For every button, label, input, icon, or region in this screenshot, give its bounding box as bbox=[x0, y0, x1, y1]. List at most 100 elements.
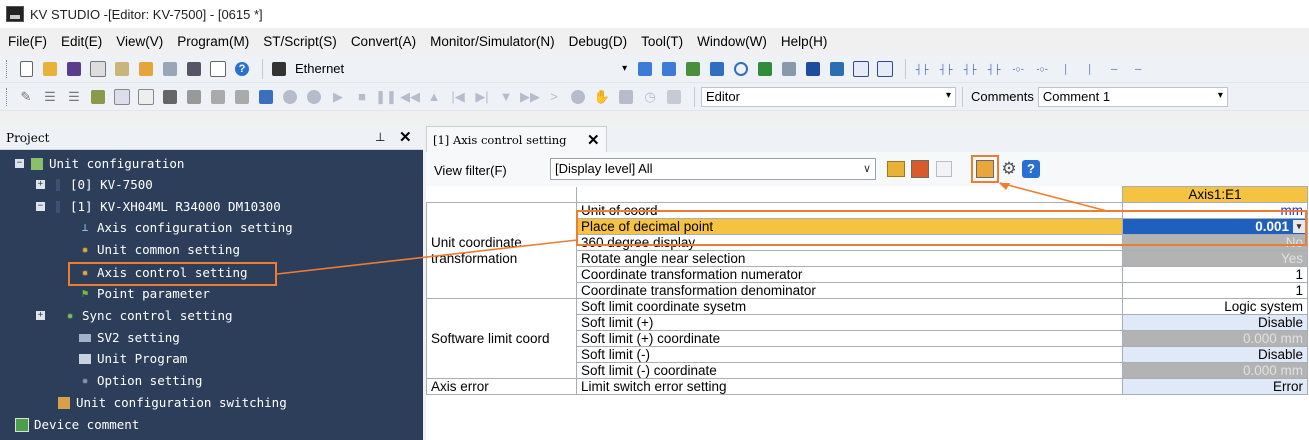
pencil-icon[interactable]: ✎ bbox=[16, 87, 36, 107]
comment-select[interactable]: Comment 1 ▾ bbox=[1037, 86, 1228, 107]
tree-item-sync-control-setting[interactable]: + ✹ Sync control setting bbox=[36, 305, 233, 326]
param-value[interactable]: 1 bbox=[1122, 266, 1308, 283]
expand-icon[interactable]: + bbox=[36, 180, 45, 189]
step2-icon[interactable] bbox=[232, 87, 252, 107]
transfer-plc-icon[interactable] bbox=[707, 59, 727, 79]
print-preview-icon[interactable] bbox=[208, 59, 228, 79]
chart-icon[interactable] bbox=[88, 87, 108, 107]
tree-item-unit-configuration[interactable]: − Unit configuration bbox=[15, 153, 184, 174]
open-folder-icon[interactable] bbox=[40, 59, 60, 79]
close-icon[interactable]: ✕ bbox=[399, 128, 412, 146]
tree-item-unit-common-setting[interactable]: ✹ Unit common setting bbox=[78, 239, 240, 260]
tree-item-sv2-setting[interactable]: SV2 setting bbox=[78, 327, 180, 348]
sf5-contact-icon[interactable]: ┤├ bbox=[936, 59, 956, 79]
grid-icon[interactable] bbox=[112, 87, 132, 107]
param-value[interactable]: Disable bbox=[1122, 314, 1308, 331]
dm-icon[interactable] bbox=[851, 59, 871, 79]
tree-item-unit-configuration-switching[interactable]: Unit configuration switching bbox=[57, 392, 287, 413]
menu-edit[interactable]: Edit(E) bbox=[61, 34, 102, 49]
down-icon[interactable]: ▼ bbox=[496, 87, 516, 107]
graph-icon[interactable] bbox=[934, 159, 954, 179]
chevron-down-icon[interactable]: ▾ bbox=[622, 63, 627, 74]
ethernet-icon[interactable] bbox=[269, 59, 289, 79]
list-numbered-icon[interactable]: ☰ bbox=[64, 87, 84, 107]
tree-item-kv7500[interactable]: + [0] KV-7500 bbox=[36, 174, 153, 195]
menu-window[interactable]: Window(W) bbox=[697, 34, 767, 49]
new-file-icon[interactable] bbox=[16, 59, 36, 79]
data-icon[interactable] bbox=[910, 159, 930, 179]
hand-icon[interactable]: ✋ bbox=[592, 87, 612, 107]
param-value[interactable]: Disable bbox=[1122, 346, 1308, 363]
table-icon[interactable] bbox=[136, 87, 156, 107]
sf9-hline-icon[interactable]: ─ bbox=[1128, 59, 1148, 79]
step-icon[interactable] bbox=[208, 87, 228, 107]
dev-icon[interactable] bbox=[875, 59, 895, 79]
mode-select[interactable]: Editor ▾ bbox=[701, 86, 956, 107]
menu-debug[interactable]: Debug(D) bbox=[569, 34, 628, 49]
expand-icon[interactable]: + bbox=[36, 311, 45, 320]
status-icon[interactable] bbox=[568, 87, 588, 107]
tree-item-point-parameter[interactable]: ⚑ Point parameter bbox=[78, 283, 210, 304]
f5-contact-icon[interactable]: ┤├ bbox=[912, 59, 932, 79]
close-icon[interactable]: ✕ bbox=[587, 131, 600, 149]
save-icon[interactable] bbox=[64, 59, 84, 79]
folder-settings-icon[interactable] bbox=[886, 159, 906, 179]
tree-item-option-setting[interactable]: ✹ Option setting bbox=[78, 370, 203, 391]
verify-icon[interactable] bbox=[683, 59, 703, 79]
sf7-coil-icon[interactable]: -○- bbox=[1032, 59, 1052, 79]
f8-line-icon[interactable]: │ bbox=[1056, 59, 1076, 79]
tree-item-axis-configuration[interactable]: ⊥ Axis configuration setting bbox=[78, 217, 293, 238]
forward-icon[interactable]: ▶▶ bbox=[520, 87, 540, 107]
clock-icon[interactable]: ◷ bbox=[640, 87, 660, 107]
menu-st-script[interactable]: ST/Script(S) bbox=[263, 34, 337, 49]
connection-label[interactable]: Ethernet bbox=[295, 61, 344, 76]
param-value[interactable]: Error bbox=[1122, 378, 1308, 395]
play-icon[interactable]: ▶ bbox=[328, 87, 348, 107]
search-icon[interactable] bbox=[731, 59, 751, 79]
device-list-icon[interactable] bbox=[803, 59, 823, 79]
menu-program[interactable]: Program(M) bbox=[177, 34, 249, 49]
check-icon[interactable] bbox=[755, 59, 775, 79]
collapse-icon[interactable]: − bbox=[36, 202, 45, 211]
menu-convert[interactable]: Convert(A) bbox=[351, 34, 416, 49]
monitor-icon[interactable] bbox=[256, 87, 276, 107]
tree-item-device-comment[interactable]: Device comment bbox=[15, 414, 139, 435]
menu-view[interactable]: View(V) bbox=[116, 34, 163, 49]
tab-axis-control-setting[interactable]: [1] Axis control setting ✕ bbox=[426, 126, 607, 152]
menu-file[interactable]: File(F) bbox=[8, 34, 47, 49]
help-icon[interactable]: ? bbox=[232, 59, 252, 79]
menu-tool[interactable]: Tool(T) bbox=[641, 34, 683, 49]
screen-icon[interactable] bbox=[664, 87, 684, 107]
sf8-line-icon[interactable]: │ bbox=[1080, 59, 1100, 79]
compare-icon[interactable] bbox=[779, 59, 799, 79]
toolbar-grip[interactable] bbox=[6, 59, 10, 78]
tree-item-unit-program[interactable]: Unit Program bbox=[78, 348, 187, 369]
up-icon[interactable]: ▲ bbox=[424, 87, 444, 107]
param-value[interactable]: Logic system bbox=[1122, 298, 1308, 315]
help-icon[interactable]: ? bbox=[1021, 159, 1041, 179]
copy-project-icon[interactable] bbox=[112, 59, 132, 79]
rewind-icon[interactable]: ◀◀ bbox=[400, 87, 420, 107]
collapse-icon[interactable]: − bbox=[15, 159, 24, 168]
f9-hline-icon[interactable]: ─ bbox=[1104, 59, 1124, 79]
greater-icon[interactable]: > bbox=[544, 87, 564, 107]
menu-help[interactable]: Help(H) bbox=[781, 34, 828, 49]
f7-coil-icon[interactable]: -○- bbox=[1008, 59, 1028, 79]
f6-contact-icon[interactable]: ┤├ bbox=[960, 59, 980, 79]
read-plc-icon[interactable] bbox=[635, 59, 655, 79]
module-icon[interactable] bbox=[160, 87, 180, 107]
param-value[interactable]: 1 bbox=[1122, 282, 1308, 299]
stop-icon[interactable]: ■ bbox=[352, 87, 372, 107]
pin-icon[interactable]: ⊥ bbox=[375, 130, 385, 144]
view-filter-select[interactable]: [Display level] All ∨ bbox=[550, 158, 876, 180]
pause-icon[interactable]: ❚❚ bbox=[375, 87, 397, 107]
sf6-contact-icon[interactable]: ┤├ bbox=[984, 59, 1004, 79]
record-icon[interactable] bbox=[280, 87, 300, 107]
toolbar-grip[interactable] bbox=[6, 87, 10, 106]
list-icon[interactable]: ☰ bbox=[40, 87, 60, 107]
folder-icon[interactable] bbox=[136, 59, 156, 79]
project-icon[interactable] bbox=[88, 59, 108, 79]
transfer-icon[interactable] bbox=[160, 59, 180, 79]
write-plc-icon[interactable] bbox=[659, 59, 679, 79]
tree-item-kv-xh04ml[interactable]: − [1] KV-XH04ML R34000 DM10300 bbox=[36, 196, 281, 217]
